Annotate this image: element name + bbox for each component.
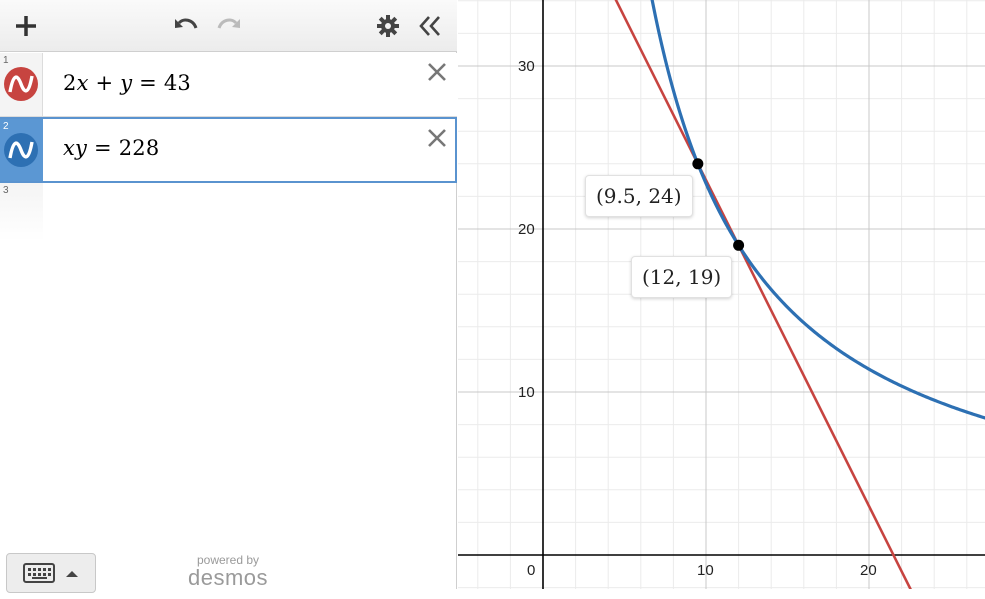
expression-gutter: 3 — [0, 183, 43, 241]
expression-list-panel: 1 2x + y = 43 2 xy = 228 3 powered by de… — [0, 0, 457, 593]
add-item-button[interactable] — [10, 10, 42, 42]
equals-sign: = — [94, 136, 112, 160]
expression-math[interactable]: xy = 228 — [63, 136, 159, 160]
intersection-point[interactable] — [733, 239, 745, 251]
expression-index: 1 — [3, 55, 9, 66]
x-tick-label-20: 20 — [860, 562, 877, 579]
variable-y: y — [75, 136, 88, 160]
close-icon — [428, 63, 446, 81]
caret-up-icon — [66, 571, 78, 577]
expression-gutter: 2 — [0, 119, 43, 181]
expression-math[interactable]: 2x + y = 43 — [63, 71, 191, 95]
expression-gutter: 1 — [0, 53, 43, 116]
close-icon — [428, 129, 446, 147]
gear-icon — [377, 15, 399, 37]
graph-paper[interactable]: 0 10 20 10 20 30 (9.5, 24) (12, 19) — [458, 0, 985, 599]
constant: 43 — [163, 71, 191, 95]
plus-icon — [16, 16, 36, 36]
y-tick-label-10: 10 — [518, 384, 535, 401]
redo-icon — [217, 18, 240, 29]
x-tick-label-10: 10 — [697, 562, 714, 579]
expression-index: 2 — [3, 121, 9, 132]
collapse-panel-button[interactable] — [414, 10, 446, 42]
operator: + — [95, 71, 114, 95]
delete-expression-button[interactable] — [426, 61, 448, 83]
variable-y: y — [120, 71, 133, 95]
desmos-logo-text: desmos — [187, 565, 269, 590]
undo-icon — [175, 18, 198, 29]
point-label[interactable]: (9.5, 24) — [585, 175, 693, 217]
equals-sign: = — [139, 71, 157, 95]
coefficient: 2 — [63, 71, 77, 95]
x-tick-label-0: 0 — [527, 562, 535, 579]
undo-button[interactable] — [170, 10, 202, 42]
expression-item[interactable]: 1 2x + y = 43 — [0, 53, 457, 117]
new-expression-row[interactable]: 3 — [0, 183, 457, 241]
tick-labels: 0 10 20 10 20 30 — [518, 58, 877, 579]
variable-x: x — [63, 136, 76, 160]
variable-x: x — [76, 71, 89, 95]
keypad-toggle-button[interactable] — [6, 553, 96, 593]
expression-toolbar — [0, 0, 457, 52]
graph-style-icon[interactable] — [4, 67, 38, 101]
delete-expression-button[interactable] — [426, 127, 448, 149]
point-label[interactable]: (12, 19) — [631, 256, 733, 298]
intersection-point[interactable] — [692, 158, 704, 170]
wave-icon — [8, 141, 34, 159]
double-chevron-left-icon — [419, 16, 440, 36]
constant: 228 — [118, 136, 160, 160]
desmos-branding[interactable]: powered by desmos — [182, 554, 274, 589]
expression-item-selected[interactable]: 2 xy = 228 — [0, 117, 457, 183]
keyboard-icon — [23, 563, 78, 583]
graph-style-icon[interactable] — [4, 133, 38, 167]
wave-icon — [8, 75, 34, 93]
expression-index: 3 — [3, 185, 9, 196]
y-tick-label-30: 30 — [518, 58, 535, 75]
redo-button[interactable] — [213, 10, 245, 42]
y-tick-label-20: 20 — [518, 221, 535, 238]
settings-button[interactable] — [372, 10, 404, 42]
